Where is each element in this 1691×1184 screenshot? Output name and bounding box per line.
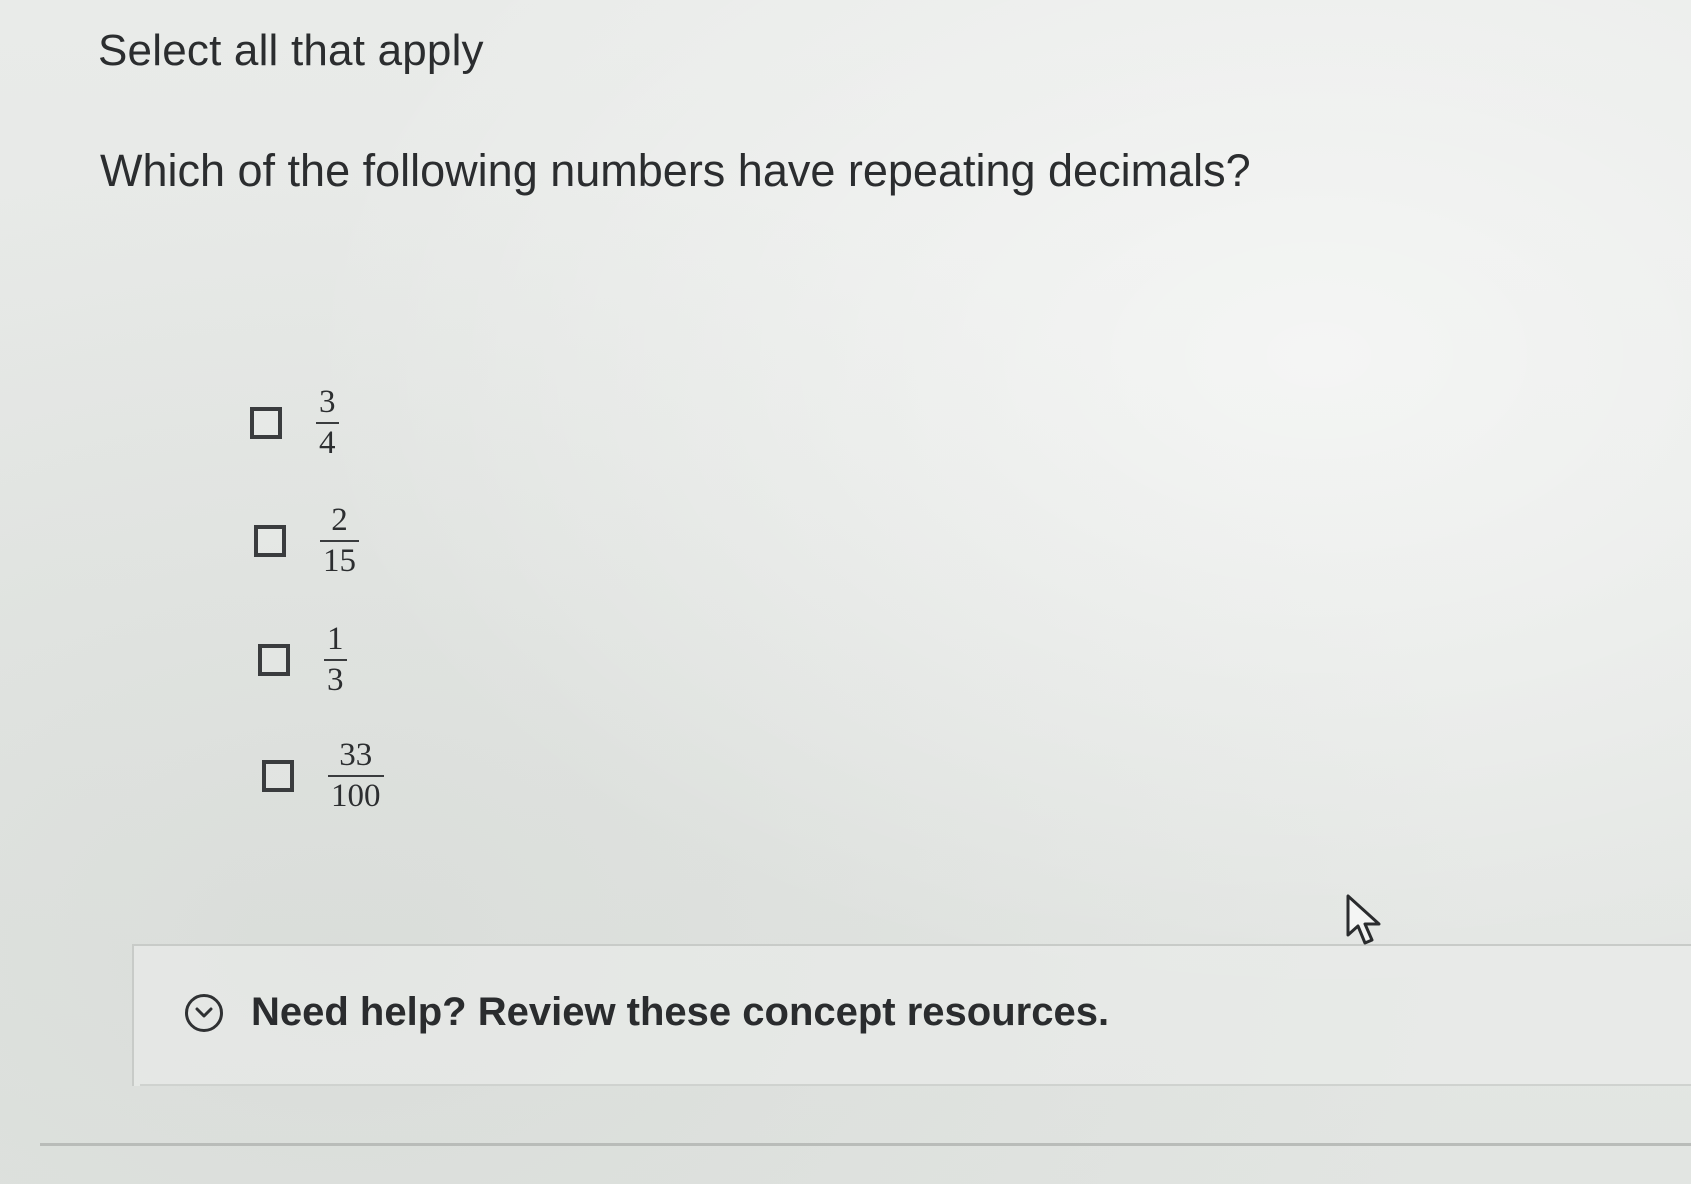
fraction-numerator: 2: [331, 502, 348, 538]
fraction-denominator: 4: [319, 424, 336, 461]
mouse-pointer-icon: [1345, 893, 1385, 954]
option-checkbox[interactable]: [262, 759, 294, 792]
fraction-numerator: 3: [319, 384, 336, 420]
option-row[interactable]: 3 4: [250, 385, 339, 460]
fraction-denominator: 100: [331, 777, 381, 814]
option-checkbox[interactable]: [250, 406, 282, 439]
question-text: Which of the following numbers have repe…: [100, 145, 1251, 196]
help-divider: [140, 1084, 1691, 1086]
option-row[interactable]: 2 15: [254, 503, 359, 578]
help-resources-link[interactable]: Need help? Review these concept resource…: [251, 990, 1109, 1035]
fraction-numerator: 33: [339, 737, 373, 773]
option-checkbox[interactable]: [258, 643, 290, 676]
chevron-down-circle-icon[interactable]: [185, 993, 223, 1032]
fraction: 1 3: [324, 622, 347, 697]
fraction-numerator: 1: [327, 621, 344, 657]
option-row[interactable]: 33 100: [262, 738, 384, 813]
help-resources-toggle[interactable]: Need help? Review these concept resource…: [185, 990, 1109, 1035]
instruction-text: Select all that apply: [98, 26, 484, 75]
option-checkbox[interactable]: [254, 524, 286, 557]
fraction-denominator: 3: [327, 661, 344, 698]
fraction: 3 4: [316, 385, 339, 460]
fraction: 2 15: [320, 503, 359, 578]
option-row[interactable]: 1 3: [258, 622, 347, 697]
bottom-divider: [40, 1143, 1691, 1146]
fraction-denominator: 15: [323, 542, 356, 579]
fraction: 33 100: [328, 738, 384, 813]
